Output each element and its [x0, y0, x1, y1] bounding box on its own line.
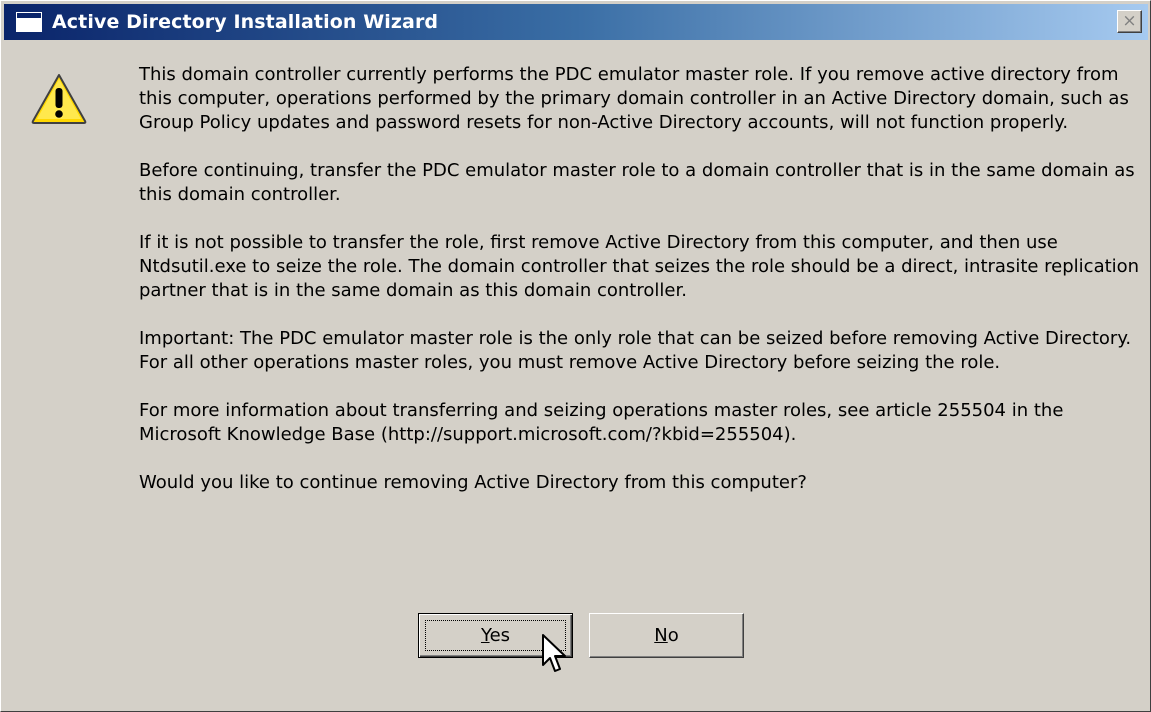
title-bar[interactable]: Active Directory Installation Wizard × — [4, 4, 1148, 40]
dialog-window: Active Directory Installation Wizard × T… — [0, 0, 1151, 712]
message-paragraph: This domain controller currently perform… — [139, 64, 1129, 133]
mouse-cursor-icon — [542, 634, 566, 672]
no-button-label: No — [654, 625, 679, 646]
close-button[interactable]: × — [1117, 10, 1142, 33]
window-title: Active Directory Installation Wizard — [52, 11, 439, 33]
close-icon: × — [1122, 11, 1137, 31]
warning-icon — [31, 74, 87, 124]
message-paragraph: Important: The PDC emulator master role … — [139, 328, 1132, 373]
window-icon — [16, 12, 42, 32]
confirm-question: Would you like to continue removing Acti… — [139, 472, 807, 493]
message-body: This domain controller currently perform… — [139, 63, 1141, 519]
message-paragraph: For more information about transferring … — [139, 400, 1064, 445]
message-paragraph: Before continuing, transfer the PDC emul… — [139, 160, 1135, 205]
no-button[interactable]: No — [589, 613, 744, 658]
message-paragraph: If it is not possible to transfer the ro… — [139, 232, 1140, 301]
